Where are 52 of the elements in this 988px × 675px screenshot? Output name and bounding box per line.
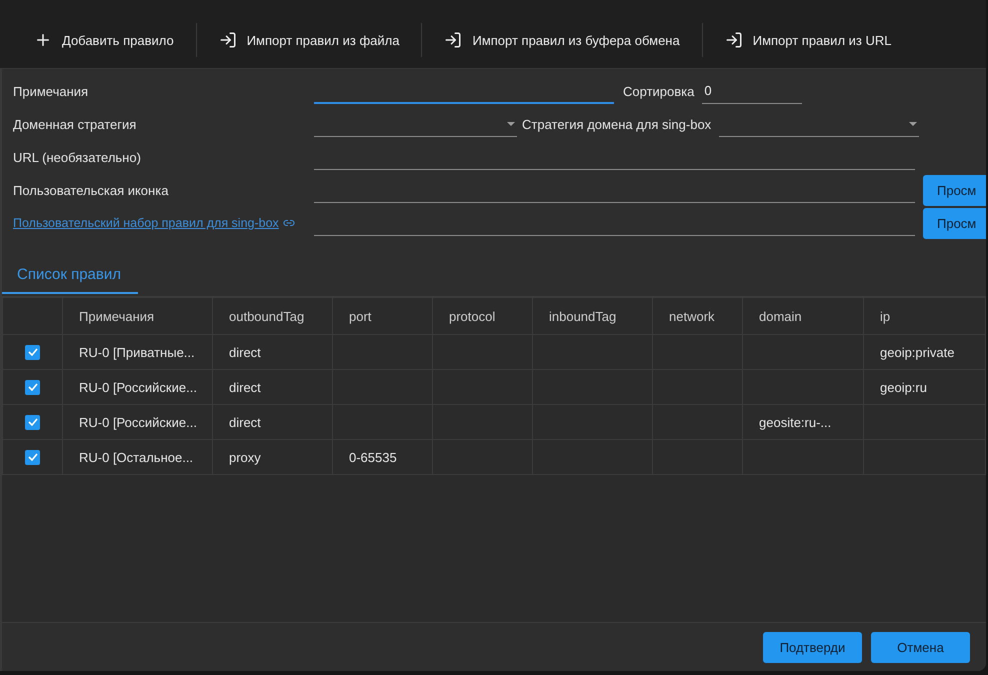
table-cell: direct	[212, 370, 332, 404]
browse-button[interactable]: Просм	[923, 208, 986, 238]
check-icon	[28, 383, 38, 391]
column-header: domain	[742, 298, 864, 334]
add-rule-button[interactable]: Добавить правило	[22, 23, 186, 57]
import-button[interactable]: Импорт правил из URL	[712, 23, 904, 57]
table-cell: RU-0 [Остальное...	[62, 440, 212, 474]
column-header: protocol	[432, 298, 532, 334]
caret-icon	[507, 122, 515, 126]
check-icon	[28, 348, 38, 356]
ruleset-link[interactable]: Пользовательский набор правил для sing-box	[13, 216, 314, 230]
import-button[interactable]: Импорт правил из буфера обмена	[432, 23, 692, 57]
caret-icon	[909, 122, 918, 126]
import-button[interactable]: Импорт правил из файла	[206, 23, 412, 57]
confirm-button[interactable]: Подтверди	[763, 632, 862, 662]
plus-icon	[34, 31, 52, 49]
table-cell: RU-0 [Российские...	[62, 370, 212, 404]
check-icon	[28, 453, 38, 461]
checkbox[interactable]	[25, 414, 40, 430]
column-header: outboundTag	[212, 298, 332, 334]
field-label: Доменная стратегия	[13, 116, 138, 132]
arrow-into-box-icon	[724, 31, 743, 49]
checkbox[interactable]	[25, 450, 40, 464]
field-label: Пользовательская иконка	[13, 182, 170, 198]
table-cell: geosite:ru-...	[742, 404, 864, 440]
column-header: Примечания	[62, 298, 212, 334]
field-label: Сортировка	[623, 84, 694, 98]
column-header: ip	[864, 298, 986, 334]
cancel-button[interactable]: Отмена	[871, 632, 970, 662]
table-cell: geoip:ru	[864, 370, 986, 404]
table-cell: direct	[212, 404, 332, 440]
tab[interactable]: Список правил	[2, 256, 138, 294]
field-label: URL (необязательно)	[13, 150, 142, 164]
table-cell: geoip:private	[864, 334, 986, 370]
field-label: Примечания	[13, 84, 90, 98]
table-cell: direct	[212, 334, 332, 370]
table-cell: 0-65535	[332, 440, 432, 474]
browse-button[interactable]: Просм	[923, 174, 986, 206]
column-header: port	[332, 298, 432, 334]
column-header: inboundTag	[532, 298, 652, 334]
table-cell: RU-0 [Приватные...	[62, 334, 212, 370]
sort-field[interactable]: 0	[702, 78, 802, 104]
arrow-into-box-icon	[444, 31, 462, 49]
checkbox[interactable]	[25, 380, 40, 394]
column-header: network	[652, 298, 742, 334]
checkbox[interactable]	[25, 344, 40, 360]
field-label: Стратегия домена для sing-box	[522, 116, 712, 132]
table-cell: proxy	[212, 440, 332, 474]
check-icon	[28, 418, 38, 426]
table-cell: RU-0 [Российские...	[62, 404, 212, 440]
arrow-into-box-icon	[218, 31, 237, 49]
link-icon	[282, 217, 295, 229]
